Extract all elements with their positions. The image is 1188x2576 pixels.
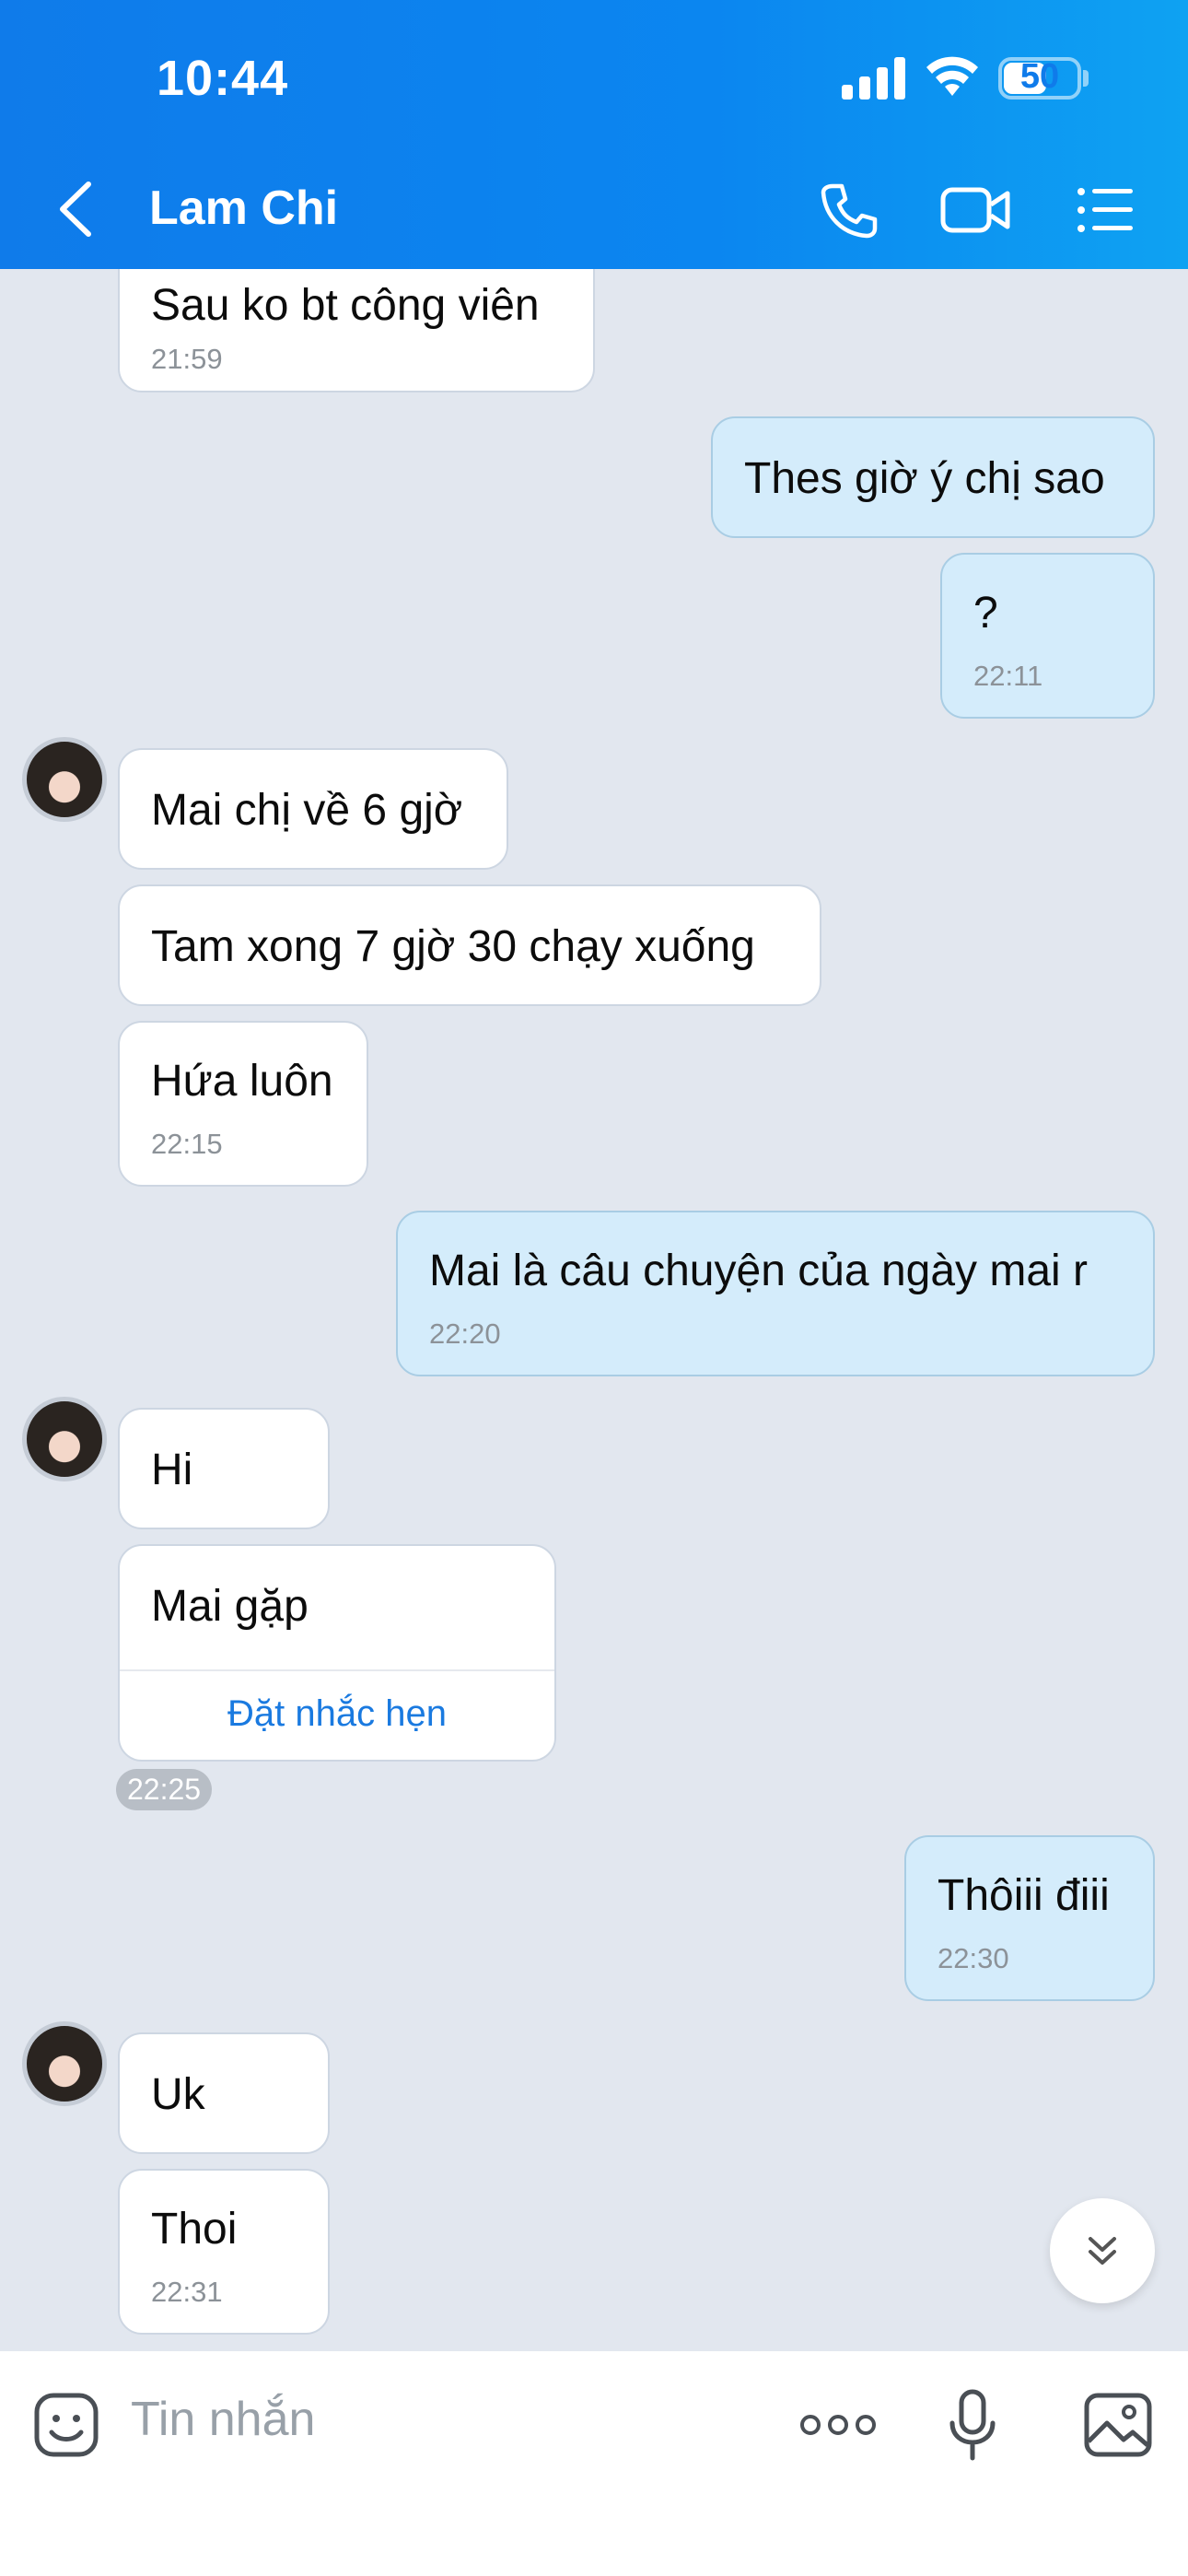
wifi-icon — [926, 56, 978, 96]
message-input[interactable]: Tin nhắn — [131, 2392, 315, 2447]
message-text: Hi — [151, 1446, 193, 1494]
incoming-message[interactable]: Mai gặp Đặt nhắc hẹn — [118, 1544, 556, 1762]
outgoing-message[interactable]: Mai là câu chuyện của ngày mai r 22:20 — [396, 1211, 1155, 1376]
message-text: Thoi — [151, 2205, 238, 2254]
incoming-message[interactable]: Thoi 22:31 — [118, 2169, 330, 2335]
scroll-to-bottom-button[interactable] — [1050, 2198, 1155, 2303]
back-button[interactable] — [57, 181, 94, 238]
message-time: 22:15 — [151, 1128, 223, 1160]
message-time: 22:31 — [151, 2276, 223, 2308]
message-text: Sau ko bt công viên — [151, 281, 540, 330]
double-chevron-down-icon — [1089, 2237, 1116, 2265]
contact-avatar[interactable] — [22, 1397, 107, 1481]
outgoing-message[interactable]: Thôiii điii 22:30 — [904, 1835, 1155, 2001]
microphone-icon[interactable] — [949, 2388, 996, 2462]
image-gallery-icon[interactable] — [1083, 2388, 1153, 2462]
sticker-emoji-icon[interactable] — [31, 2388, 101, 2462]
message-time: 22:30 — [938, 1942, 1009, 1974]
message-time: 22:25 — [116, 1769, 213, 1810]
message-input-bar: Tin nhắn — [0, 2351, 1188, 2576]
message-text: ? — [973, 589, 998, 638]
message-time: 22:20 — [429, 1317, 501, 1350]
more-options-icon[interactable] — [799, 2388, 877, 2462]
outgoing-message[interactable]: ? 22:11 — [940, 553, 1155, 719]
incoming-message[interactable]: Mai chị về 6 gjờ — [118, 748, 508, 870]
battery-level: 50 — [1019, 57, 1060, 96]
incoming-message[interactable]: Sau ko bt công viên 21:59 — [118, 269, 595, 392]
message-text: Uk — [151, 2070, 205, 2119]
message-text: Hứa luôn — [151, 1057, 333, 1106]
message-text: Thes giờ ý chị sao — [744, 454, 1105, 503]
video-call-icon[interactable] — [939, 181, 1013, 240]
menu-list-icon[interactable] — [1076, 181, 1135, 240]
message-text: Tam xong 7 gjờ 30 chạy xuống — [151, 922, 755, 971]
incoming-message[interactable]: Tam xong 7 gjờ 30 chạy xuống — [118, 884, 821, 1006]
message-list[interactable]: Sau ko bt công viên 21:59 Thes giờ ý chị… — [0, 269, 1188, 2351]
incoming-message[interactable]: Hi — [118, 1408, 330, 1529]
message-text: Thôiii điii — [938, 1871, 1110, 1920]
chat-header: 10:44 50 Lam Chi — [0, 0, 1188, 269]
incoming-message[interactable]: Uk — [118, 2032, 330, 2154]
message-time: 21:59 — [151, 343, 223, 375]
phone-call-icon[interactable] — [820, 181, 879, 240]
message-text: Mai là câu chuyện của ngày mai r — [429, 1247, 1089, 1295]
contact-name[interactable]: Lam Chi — [149, 181, 338, 236]
message-text: Mai gặp — [151, 1582, 309, 1631]
status-time: 10:44 — [157, 51, 289, 106]
incoming-message[interactable]: Hứa luôn 22:15 — [118, 1021, 368, 1187]
battery-icon: 50 — [998, 57, 1081, 100]
contact-avatar[interactable] — [22, 2021, 107, 2106]
message-text: Mai chị về 6 gjờ — [151, 786, 463, 835]
contact-avatar[interactable] — [22, 737, 107, 822]
outgoing-message[interactable]: Thes giờ ý chị sao — [711, 416, 1155, 538]
set-reminder-link[interactable]: Đặt nhắc hẹn — [120, 1693, 554, 1735]
cellular-signal-icon — [842, 57, 905, 100]
message-time: 22:11 — [973, 660, 1043, 692]
